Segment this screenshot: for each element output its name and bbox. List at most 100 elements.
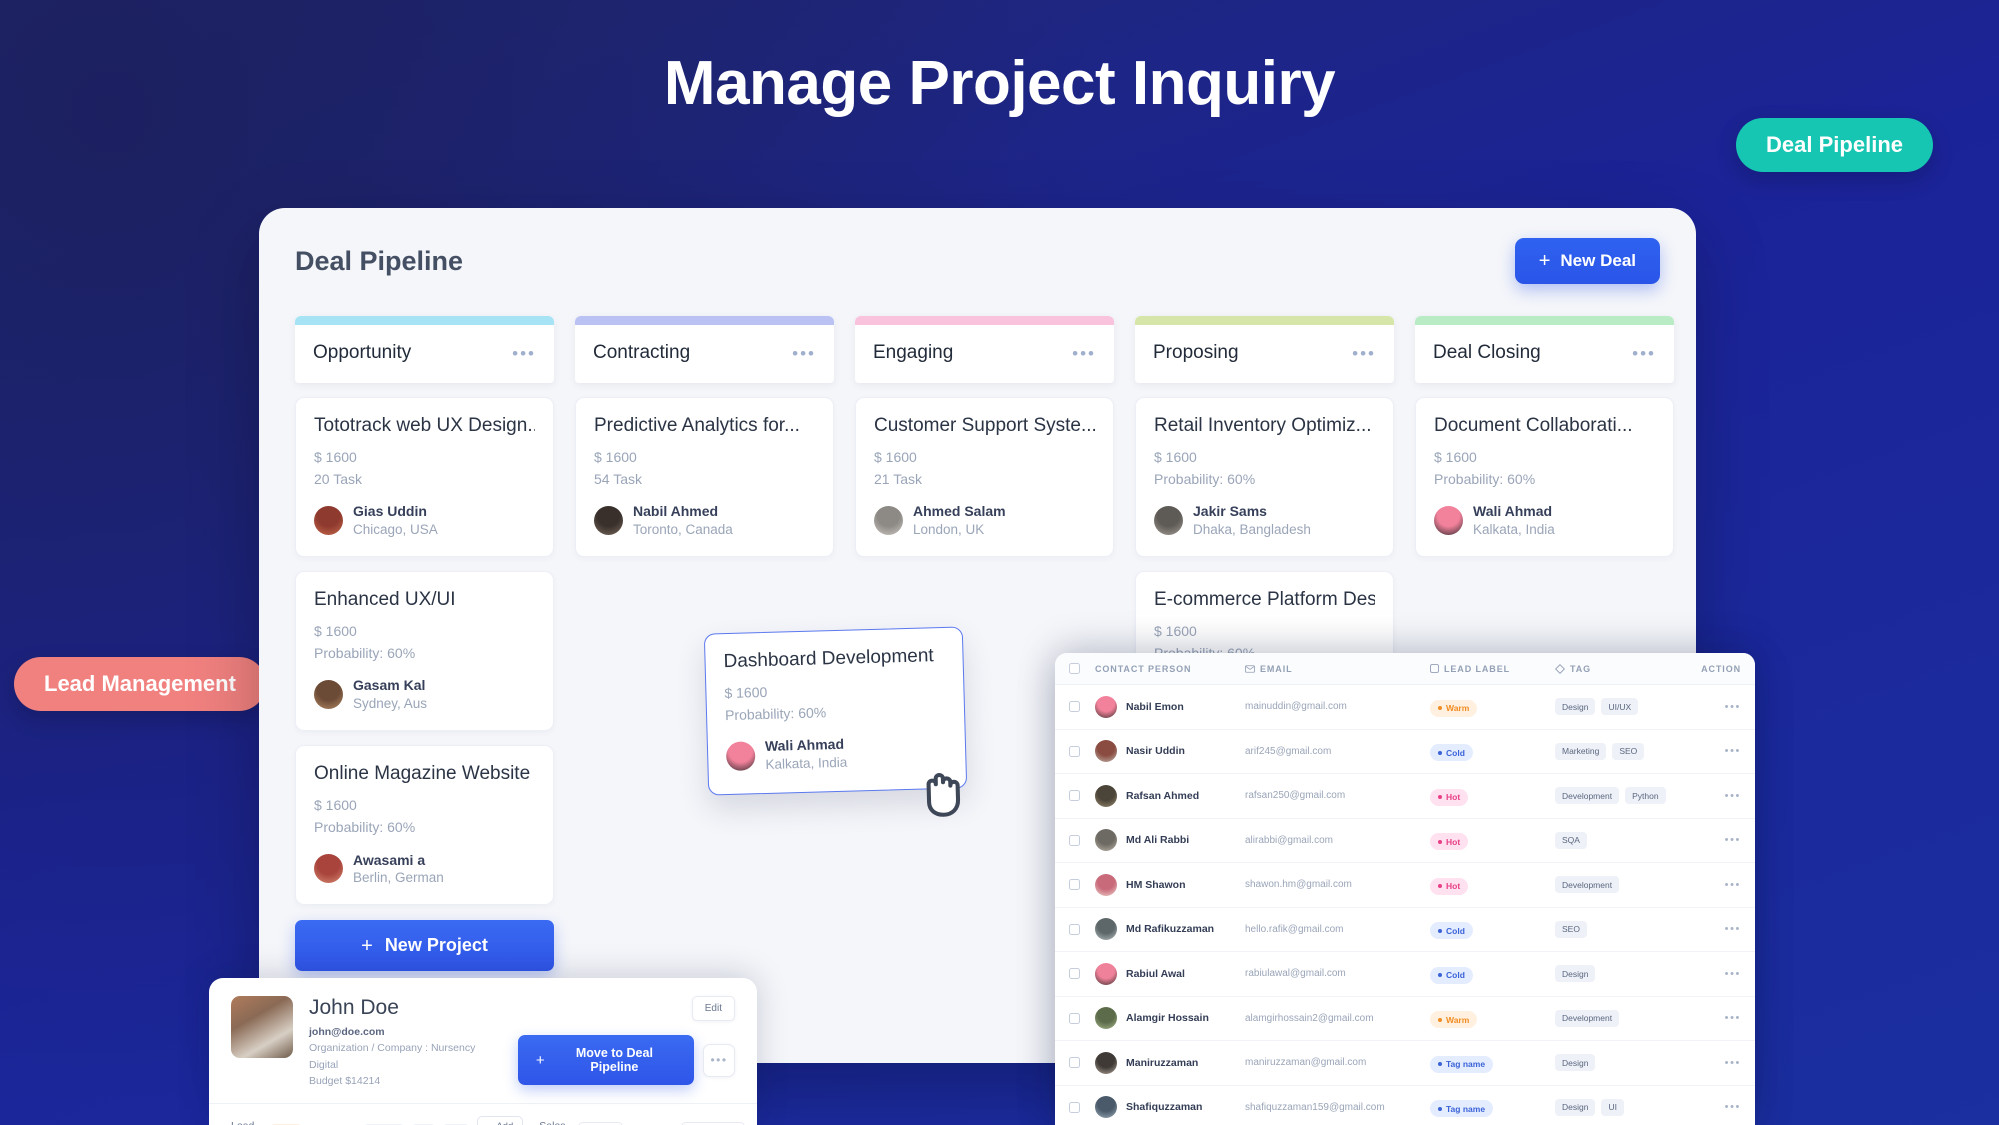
lead-name: Nasir Uddin	[1126, 745, 1185, 758]
column-more-button[interactable]: •••	[792, 345, 816, 362]
lead-tag[interactable]: SQA	[1555, 831, 1587, 849]
lead-tag[interactable]: Development	[1555, 876, 1620, 894]
table-row[interactable]: Maniruzzaman maniruzzaman@gmail.com Tag na…	[1055, 1041, 1755, 1086]
deal-card[interactable]: Customer Support Syste... $ 1600 21 Task Ah…	[855, 397, 1114, 558]
row-checkbox[interactable]	[1069, 701, 1095, 713]
person-location: Berlin, German	[353, 869, 444, 885]
lead-tag[interactable]: UI/UX	[1601, 698, 1639, 716]
edit-button[interactable]: Edit	[691, 996, 735, 1021]
card-title: Predictive Analytics for...	[594, 415, 800, 436]
deal-card[interactable]: Online Magazine Website $ 1600 Probability…	[295, 745, 554, 906]
lead-tag[interactable]: Development	[1555, 1009, 1620, 1027]
lead-label-chip[interactable]: Cold	[1430, 922, 1473, 939]
lead-label-chip[interactable]: Warm	[1430, 699, 1478, 717]
row-checkbox[interactable]	[1069, 1101, 1095, 1113]
table-row[interactable]: Alamgir Hossain alamgirhossain2@gmail.com…	[1055, 997, 1755, 1041]
row-more-button[interactable]: •••	[1700, 968, 1741, 980]
person-location: Sydney, Aus	[353, 695, 428, 711]
lead-label-chip[interactable]: Hot	[1430, 833, 1469, 850]
source-select[interactable]: Website▼	[680, 1121, 745, 1125]
deal-card[interactable]: Enhanced UX/UI $ 1600 Probability: 60% Gasa…	[295, 571, 554, 732]
tag-cell: Development Python	[1555, 787, 1700, 805]
column-more-button[interactable]: •••	[512, 345, 536, 362]
row-checkbox[interactable]	[1069, 834, 1095, 846]
table-row[interactable]: Md Rafikuzzaman hello.rafik@gmail.com Cold…	[1055, 908, 1755, 952]
row-checkbox[interactable]	[1069, 879, 1095, 891]
lead-label-chip[interactable]: Cold	[1430, 966, 1473, 984]
lead-label-chip[interactable]: Warm	[1430, 1011, 1478, 1028]
row-checkbox[interactable]	[1069, 923, 1095, 935]
deal-card[interactable]: Retail Inventory Optimiz... $ 1600 Probabi…	[1135, 397, 1394, 558]
table-row[interactable]: Md Ali Rabbi alirabbi@gmail.com Hot SQA •••	[1055, 819, 1755, 863]
person-location: London, UK	[913, 521, 985, 537]
new-project-label: New Project	[384, 935, 488, 956]
select-all-checkbox[interactable]	[1069, 663, 1095, 674]
lead-name: Maniruzzaman	[1126, 1056, 1199, 1069]
card-person: Gias Uddin Chicago, USA	[314, 502, 535, 538]
lead-label-chip[interactable]: Hot	[1430, 877, 1469, 895]
row-more-button[interactable]: •••	[1700, 745, 1741, 757]
person-name: Gasam Kal	[353, 677, 426, 694]
table-row[interactable]: Nasir Uddin arif245@gmail.com Cold Marketin…	[1055, 730, 1755, 774]
row-more-button[interactable]: •••	[1700, 790, 1741, 802]
add-tag-button[interactable]: + Add Tag	[476, 1116, 524, 1125]
new-project-button[interactable]: + New Project	[295, 920, 554, 972]
sales-stage-select[interactable]: N/A▼	[577, 1121, 624, 1125]
deal-card[interactable]: Document Collaborati... $ 1600 Probability…	[1415, 397, 1674, 558]
status-dot	[1438, 884, 1442, 888]
app-header: Deal Pipeline + New Deal	[259, 208, 1696, 302]
new-deal-button[interactable]: + New Deal	[1514, 238, 1660, 284]
lead-name: Alamgir Hossain	[1126, 1012, 1209, 1025]
lead-tag[interactable]: SEO	[1555, 920, 1587, 938]
table-row[interactable]: HM Shawon shawon.hm@gmail.com Hot Developme…	[1055, 863, 1755, 908]
column-more-button[interactable]: •••	[1632, 345, 1656, 362]
table-row[interactable]: Nabil Emon mainuddin@gmail.com Warm Design U…	[1055, 685, 1755, 730]
row-more-button[interactable]: •••	[1700, 701, 1741, 713]
lead-label-chip[interactable]: Cold	[1430, 744, 1473, 761]
mail-icon	[1245, 664, 1255, 673]
row-more-button[interactable]: •••	[1700, 1012, 1741, 1024]
row-checkbox[interactable]	[1069, 1057, 1095, 1069]
table-row[interactable]: Shafiquzzaman shafiquzzaman159@gmail.com T…	[1055, 1086, 1755, 1125]
lead-label-cell: Cold	[1430, 920, 1555, 939]
avatar	[874, 505, 903, 535]
lead-tag[interactable]: Python	[1625, 787, 1666, 805]
deal-card[interactable]: Tototrack web UX Design... $ 1600 20 Task G…	[295, 397, 554, 558]
lead-tag[interactable]: Development	[1555, 787, 1620, 805]
row-checkbox[interactable]	[1069, 1012, 1095, 1024]
card-amount: $ 1600	[314, 449, 357, 465]
row-more-button[interactable]: •••	[1700, 1057, 1741, 1069]
lead-tag[interactable]: Design	[1555, 1054, 1596, 1072]
row-checkbox[interactable]	[1069, 968, 1095, 980]
contact-more-button[interactable]: •••	[703, 1043, 735, 1077]
card-meta: 20 Task	[314, 470, 362, 487]
lead-tag[interactable]: UI	[1601, 1098, 1624, 1116]
row-checkbox[interactable]	[1069, 745, 1095, 757]
lead-tag[interactable]: Marketing	[1555, 742, 1607, 760]
table-row[interactable]: Rafsan Ahmed rafsan250@gmail.com Hot Develo…	[1055, 774, 1755, 819]
column-stripe	[1135, 316, 1394, 325]
row-more-button[interactable]: •••	[1700, 834, 1741, 846]
move-to-deal-pipeline-button[interactable]: + Move to Deal Pipeline	[517, 1035, 695, 1085]
deal-card[interactable]: Predictive Analytics for... $ 1600 54 Task…	[575, 397, 834, 558]
card-amount: $ 1600	[1434, 449, 1477, 465]
row-checkbox[interactable]	[1069, 790, 1095, 802]
row-more-button[interactable]: •••	[1700, 1101, 1741, 1113]
lead-tag[interactable]: Design	[1555, 1098, 1596, 1116]
row-more-button[interactable]: •••	[1700, 879, 1741, 891]
lead-tag[interactable]: Design	[1555, 698, 1596, 716]
lead-label-chip[interactable]: Hot	[1430, 788, 1469, 806]
lead-tag[interactable]: Design	[1555, 965, 1596, 983]
lead-management-table: CONTACT PERSON EMAIL LEAD LABEL TAG ACTI…	[1055, 653, 1755, 1125]
lead-label-chip[interactable]: Tag name	[1430, 1100, 1494, 1117]
column-more-button[interactable]: •••	[1072, 345, 1096, 362]
column-more-button[interactable]: •••	[1352, 345, 1376, 362]
lead-label-chip[interactable]: Tag name	[1430, 1055, 1494, 1073]
lead-tag[interactable]: SEO	[1612, 742, 1645, 760]
sales-stage-label: Sales Stage:	[539, 1120, 569, 1125]
card-amount: $ 1600	[314, 797, 357, 814]
lead-email: alirabbi@gmail.com	[1245, 834, 1333, 846]
dragged-deal-card[interactable]: Dashboard Development $ 1600 Probability…	[703, 626, 968, 817]
row-more-button[interactable]: •••	[1700, 923, 1741, 935]
table-row[interactable]: Rabiul Awal rabiulawal@gmail.com Cold Desig…	[1055, 952, 1755, 997]
